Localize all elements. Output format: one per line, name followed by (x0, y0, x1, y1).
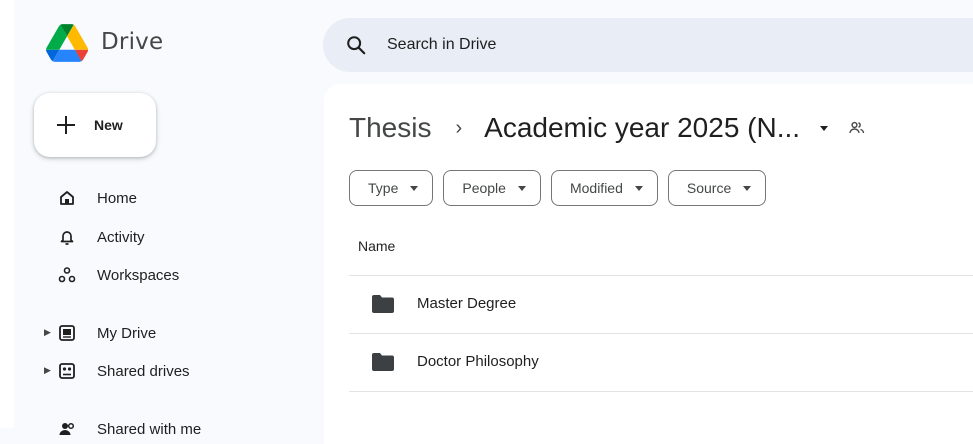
filter-source[interactable]: Source (667, 170, 767, 206)
shared-folder-people-icon[interactable] (848, 119, 866, 137)
caret-down-icon[interactable] (818, 122, 830, 134)
sidebar-item-workspaces[interactable]: Workspaces (30, 262, 310, 290)
bell-icon (60, 231, 74, 245)
sidebar-item-shared-drives[interactable]: ▶ Shared drives (30, 358, 310, 386)
chevron-down-icon (410, 185, 419, 191)
table-row[interactable]: Doctor Philosophy (349, 334, 973, 390)
plus-icon (57, 116, 75, 134)
sidebar-item-activity[interactable]: Activity (30, 224, 310, 252)
breadcrumb-separator: › (455, 116, 463, 139)
sidebar-item-my-drive[interactable]: ▶ My Drive (30, 320, 310, 348)
workspaces-icon (58, 267, 76, 283)
folder-icon (372, 353, 394, 371)
search-icon[interactable] (345, 34, 367, 56)
left-edge (0, 0, 14, 428)
divider (349, 391, 973, 392)
sidebar-item-label: Shared with me (97, 421, 202, 438)
breadcrumb-current[interactable]: Academic year 2025 (N... (484, 112, 800, 144)
search-input[interactable]: Search in Drive (387, 36, 496, 54)
expand-arrow-icon[interactable]: ▶ (44, 327, 51, 338)
sidebar-item-home[interactable]: Home (30, 185, 310, 213)
table-row[interactable]: Master Degree (349, 276, 973, 332)
new-button-label: New (94, 117, 123, 133)
filter-chips: Type People Modified Source (349, 170, 767, 206)
filter-modified[interactable]: Modified (550, 170, 658, 206)
folder-icon (372, 295, 394, 313)
drive-logo-icon[interactable] (46, 24, 88, 62)
sidebar-item-label: Workspaces (97, 267, 180, 284)
sidebar-item-label: My Drive (97, 325, 157, 342)
filter-type[interactable]: Type (349, 170, 434, 206)
sidebar-item-label: Shared drives (97, 363, 190, 380)
sidebar-item-shared-with-me[interactable]: Shared with me (30, 416, 310, 444)
file-name[interactable]: Master Degree (417, 295, 516, 312)
filter-people[interactable]: People (443, 170, 541, 206)
chip-label: People (462, 180, 506, 196)
chip-label: Modified (569, 180, 623, 196)
people-icon (59, 422, 75, 435)
breadcrumb-parent[interactable]: Thesis (349, 112, 431, 144)
home-icon (60, 191, 74, 205)
search-bar[interactable]: Search in Drive (323, 18, 973, 72)
chevron-down-icon (743, 185, 752, 191)
chip-label: Source (686, 180, 732, 196)
chevron-down-icon (517, 185, 526, 191)
new-button[interactable]: New (34, 93, 156, 157)
file-name[interactable]: Doctor Philosophy (417, 353, 539, 370)
sidebar-item-label: Home (97, 190, 138, 207)
app-title[interactable]: Drive (101, 29, 163, 55)
breadcrumb: Thesis › Academic year 2025 (N... (349, 110, 866, 146)
chevron-down-icon (634, 185, 643, 191)
chip-label: Type (368, 180, 399, 196)
column-header-name[interactable]: Name (358, 238, 395, 254)
sidebar-item-label: Activity (97, 229, 145, 246)
shared-drives-icon (59, 363, 75, 379)
expand-arrow-icon[interactable]: ▶ (44, 365, 51, 376)
my-drive-icon (59, 325, 75, 341)
